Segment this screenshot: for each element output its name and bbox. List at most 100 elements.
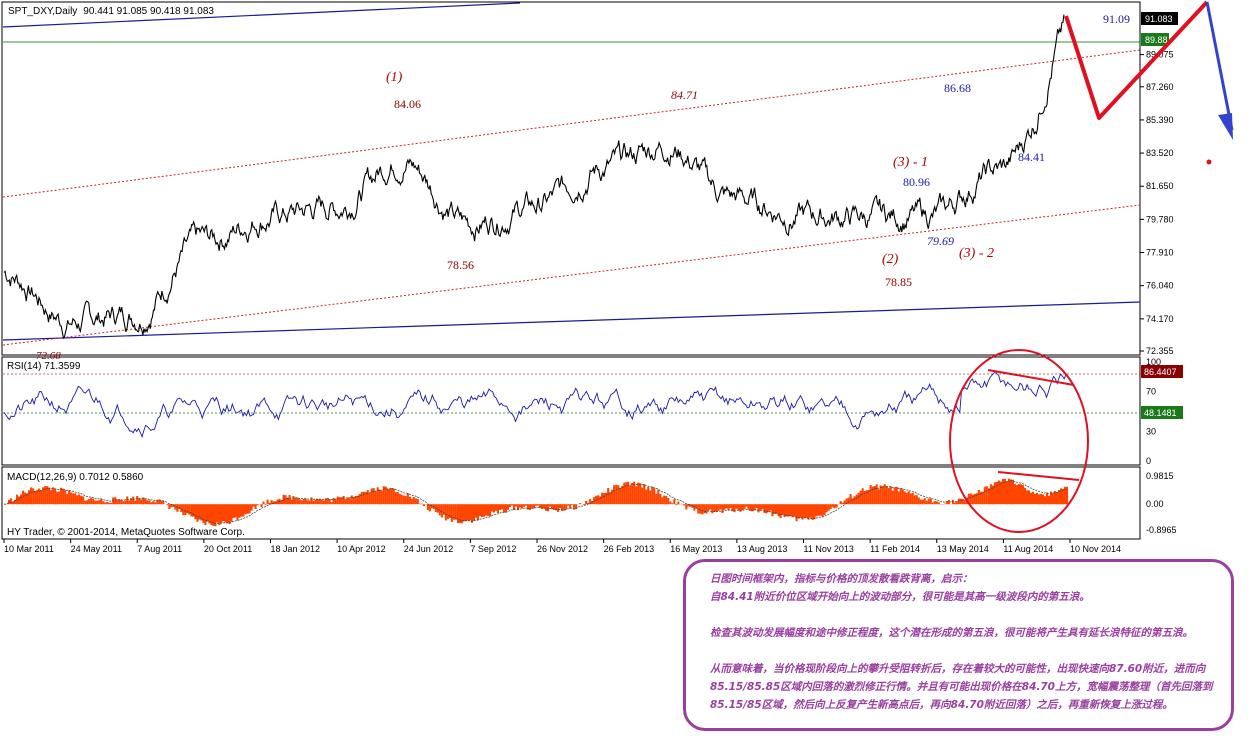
macd-bar [729, 504, 732, 508]
macd-bar [543, 504, 546, 508]
macd-bar [80, 495, 83, 505]
macd-bar [715, 504, 718, 513]
price-tick-label: 76.040 [1146, 281, 1174, 291]
macd-bar [372, 488, 375, 505]
macd-bar [346, 497, 349, 505]
rsi-level-label: 48.1481 [1144, 408, 1177, 418]
macd-bar [711, 504, 714, 514]
x-tick-label: 13 Aug 2013 [737, 544, 788, 554]
macd-bar [500, 504, 503, 510]
ohlc-header: 90.441 91.085 90.418 91.083 [83, 6, 214, 17]
macd-bar [328, 499, 331, 505]
macd-bar [406, 493, 409, 505]
macd-bar [464, 504, 467, 522]
macd-bar [132, 496, 135, 505]
macd-bar [104, 502, 107, 505]
macd-bar [504, 504, 507, 513]
macd-bar [931, 502, 934, 505]
macd-bar [767, 504, 770, 512]
macd-bar [705, 504, 708, 514]
macd-bar [16, 494, 19, 505]
macd-bar [709, 504, 712, 510]
macd-bar [304, 498, 307, 505]
annotation-91-09: 91.09 [1103, 12, 1130, 26]
macd-bar [194, 504, 197, 520]
macd-bar [306, 500, 309, 505]
macd-bar [292, 496, 295, 505]
macd-bar [635, 486, 638, 505]
macd-bar [350, 495, 353, 505]
macd-bar [921, 499, 924, 505]
macd-bar [114, 497, 117, 505]
macd-bar [937, 502, 940, 505]
macd-bar [637, 482, 640, 505]
macd-bar [244, 504, 247, 515]
macd-bar [494, 504, 497, 511]
macd-bar [917, 497, 920, 505]
macd-bar [312, 500, 315, 505]
macd-bar [86, 500, 89, 505]
macd-bar [631, 483, 634, 505]
x-tick-label: 24 Jun 2012 [404, 544, 454, 554]
macd-bar [404, 496, 407, 505]
macd-bar [621, 485, 624, 505]
macd-bar [314, 499, 317, 505]
macd-bar [330, 502, 333, 505]
macd-bar [741, 504, 744, 510]
macd-bar [318, 499, 321, 505]
macd-bar [759, 504, 762, 511]
forecast-blue-arrowhead [1218, 113, 1233, 140]
macd-bar [336, 496, 339, 505]
macd-bar [154, 502, 157, 505]
macd-bar [118, 499, 121, 505]
macd-bar [264, 504, 267, 505]
macd-bar [989, 484, 992, 505]
macd-bar [110, 502, 113, 505]
macd-bar [82, 496, 85, 505]
annotation-78-85: 78.85 [885, 275, 912, 289]
x-tick-label: 10 Nov 2014 [1070, 544, 1121, 554]
macd-bar [673, 499, 676, 505]
macd-bar [238, 504, 241, 518]
macd-bar [246, 504, 249, 514]
analysis-note: 日图时间框架内，指标与价格的顶发散看跌背离，启示： 自84.41附近价位区域开始… [683, 559, 1234, 731]
level-price-label: 89.88 [1145, 35, 1168, 45]
annotation-wave-3-2: (3) - 2 [959, 246, 994, 261]
note-gap [710, 606, 1217, 624]
macd-bar [1025, 490, 1028, 505]
macd-bar [440, 504, 443, 518]
macd-bar [793, 504, 796, 517]
macd-bar [743, 504, 746, 509]
macd-bar [228, 504, 231, 524]
macd-bar [551, 504, 554, 510]
macd-bar [150, 502, 153, 505]
macd-bar [254, 504, 257, 509]
macd-bar [482, 504, 485, 517]
macd-bar [58, 491, 61, 505]
macd-bar [320, 499, 323, 505]
macd-bar [549, 504, 552, 507]
macd-bar [426, 504, 429, 511]
macd-bar [490, 504, 493, 512]
macd-bar [310, 497, 313, 505]
macd-bar [639, 483, 642, 505]
annotation-86-68: 86.68 [944, 81, 971, 95]
macd-histogram [4, 478, 1069, 527]
macd-bar [841, 502, 844, 505]
macd-bar [334, 499, 337, 505]
macd-bar [877, 489, 880, 505]
macd-bar [472, 504, 475, 521]
macd-bar [901, 489, 904, 505]
macd-bar [859, 490, 862, 505]
macd-bar [222, 504, 225, 521]
macd-bar [833, 504, 836, 509]
macd-bar [210, 504, 213, 525]
macd-bar [791, 504, 794, 518]
macd-bar [352, 497, 355, 505]
macd-bar [1031, 491, 1034, 505]
macd-bar [218, 504, 221, 525]
macd-bar [196, 504, 199, 522]
macd-bar [1009, 479, 1012, 505]
macd-bar [1021, 485, 1024, 505]
macd-bar [120, 499, 123, 505]
